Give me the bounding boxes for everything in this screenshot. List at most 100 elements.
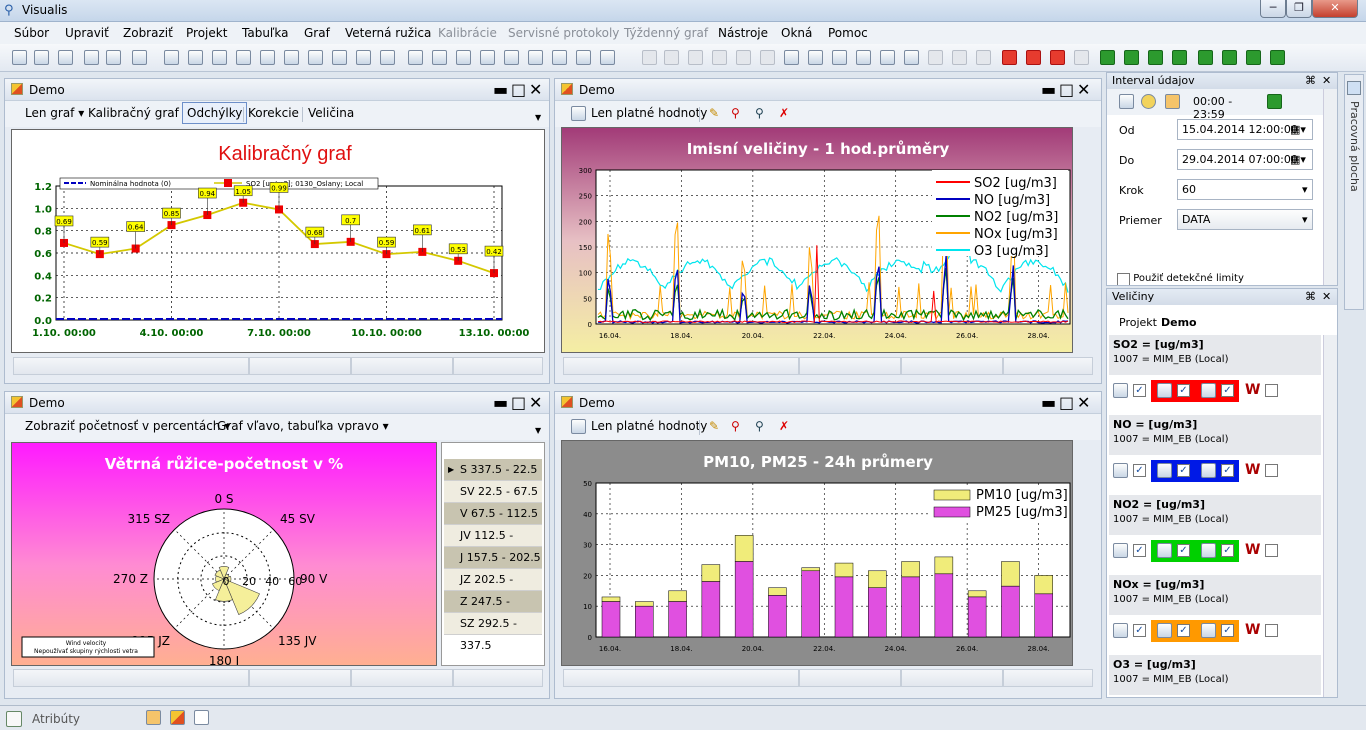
panel-scrollbar[interactable] (13, 357, 543, 375)
od-field[interactable]: 15.04.2014 12:00:00 ▦▾ (1177, 119, 1313, 140)
toolbar-button-icon[interactable] (1270, 50, 1285, 65)
toolbar-button-icon[interactable] (808, 50, 823, 65)
close-panel-icon[interactable]: ✕ (529, 393, 542, 413)
tab-kalibracny-graf[interactable]: Kalibračný graf ▾ (88, 106, 189, 120)
menu-graf[interactable]: Graf (304, 26, 330, 40)
table-checkbox[interactable]: ✓ (1133, 464, 1146, 477)
maximize-button[interactable]: ❐ (1286, 0, 1312, 18)
menu-okn-[interactable]: Okná (781, 26, 812, 40)
toolbar-button-icon[interactable] (106, 50, 121, 65)
weekly-checkbox[interactable] (1265, 384, 1278, 397)
toolbar-button-icon[interactable] (408, 50, 423, 65)
graph-checkbox[interactable]: ✓ (1177, 384, 1190, 397)
velicina-item[interactable]: SO2 = [ug/m3] 1007 = MIM_EB (Local) ✓ ✓ … (1109, 335, 1321, 415)
toolbar-button-icon[interactable] (236, 50, 251, 65)
maximize-panel-icon[interactable]: □ (1059, 393, 1074, 413)
toolbar-button-icon[interactable] (1026, 50, 1041, 65)
rose-checkbox[interactable]: ✓ (1221, 384, 1234, 397)
menu-upravi-[interactable]: Upraviť (65, 26, 109, 40)
toolbar-button-icon[interactable] (712, 50, 727, 65)
frequency-percent-menu[interactable]: Zobraziť početnosť v percentách ▾ (25, 419, 230, 433)
clear-icon[interactable]: ✗ (779, 106, 789, 120)
velicina-item[interactable]: NO = [ug/m3] 1007 = MIM_EB (Local) ✓ ✓ ✓… (1109, 415, 1321, 495)
detect-limits-checkbox[interactable] (1117, 273, 1130, 285)
menu-n-stroje[interactable]: Nástroje (718, 26, 768, 40)
clock-icon[interactable] (1141, 94, 1156, 109)
tab-korekcie[interactable]: Korekcie (248, 106, 299, 120)
toolbar-button-icon[interactable] (1246, 50, 1261, 65)
toolbar-button-icon[interactable] (164, 50, 179, 65)
table-icon[interactable] (1113, 463, 1128, 478)
table-icon[interactable] (1113, 543, 1128, 558)
toolbar-button-icon[interactable] (58, 50, 73, 65)
toolbar-button-icon[interactable] (600, 50, 615, 65)
weekly-icon[interactable]: W (1245, 382, 1260, 398)
attributes-icon[interactable] (6, 711, 22, 727)
toolbar-button-icon[interactable] (928, 50, 943, 65)
velicina-scrollbar[interactable] (1323, 335, 1337, 697)
toolbar-button-icon[interactable] (1172, 50, 1187, 65)
toolbar-button-icon[interactable] (504, 50, 519, 65)
maximize-panel-icon[interactable]: □ (511, 80, 526, 100)
panel-scrollbar[interactable] (13, 669, 543, 687)
pencil-icon[interactable]: ✎ (709, 419, 719, 433)
toolbar-button-icon[interactable] (480, 50, 495, 65)
toolbar-button-icon[interactable] (380, 50, 395, 65)
toolbar-button-icon[interactable] (904, 50, 919, 65)
close-panel-icon[interactable]: ✕ (1077, 393, 1090, 413)
toolbar-button-icon[interactable] (456, 50, 471, 65)
minimize-panel-icon[interactable]: ▬ (493, 393, 508, 413)
valid-values-icon[interactable] (571, 106, 586, 121)
graph-icon[interactable] (1157, 383, 1172, 398)
toolbar-button-icon[interactable] (1074, 50, 1089, 65)
windrose-row[interactable]: JZ 202.5 - 247.5 (444, 569, 542, 608)
minimize-panel-icon[interactable]: ▬ (493, 80, 508, 100)
attributes-label[interactable]: Atribúty (32, 712, 80, 726)
layout-menu[interactable]: Graf vľavo, tabuľka vpravo ▾ (217, 419, 389, 433)
close-panel-icon[interactable]: ✕ (1077, 80, 1090, 100)
weekly-icon[interactable]: W (1245, 542, 1260, 558)
maximize-panel-icon[interactable]: □ (511, 393, 526, 413)
table-checkbox[interactable]: ✓ (1133, 544, 1146, 557)
window-icon-2[interactable] (170, 710, 185, 725)
toolbar-button-icon[interactable] (1002, 50, 1017, 65)
windrose-row[interactable]: Z 247.5 - 292.5 (444, 591, 542, 630)
window-icon-3[interactable] (194, 710, 209, 725)
toolbar-button-icon[interactable] (736, 50, 751, 65)
toolbar-button-icon[interactable] (1124, 50, 1139, 65)
graph-checkbox[interactable]: ✓ (1177, 544, 1190, 557)
windrose-row[interactable]: V 67.5 - 112.5 (444, 503, 542, 525)
toolbar-button-icon[interactable] (576, 50, 591, 65)
clear-icon[interactable]: ✗ (779, 419, 789, 433)
maximize-panel-icon[interactable]: □ (1059, 80, 1074, 100)
close-button[interactable]: ✕ (1312, 0, 1358, 18)
menu-vetern-ru-ica[interactable]: Veterná ružica (345, 26, 431, 40)
graph-icon[interactable] (1157, 463, 1172, 478)
menu-t-denn-graf[interactable]: Týždenný graf (624, 26, 708, 40)
graph-icon[interactable] (1157, 543, 1172, 558)
toolbar-button-icon[interactable] (664, 50, 679, 65)
toolbar-button-icon[interactable] (856, 50, 871, 65)
toolbar-button-icon[interactable] (1100, 50, 1115, 65)
weekly-checkbox[interactable] (1265, 624, 1278, 637)
pencil-icon[interactable]: ✎ (709, 106, 719, 120)
day-icon[interactable] (1165, 94, 1180, 109)
velicina-item[interactable]: NO2 = [ug/m3] 1007 = MIM_EB (Local) ✓ ✓ … (1109, 495, 1321, 575)
windrose-row[interactable]: SV 22.5 - 67.5 (444, 481, 542, 503)
apply-icon[interactable] (1267, 94, 1282, 109)
overflow-icon[interactable]: ▼ (535, 426, 541, 435)
rose-checkbox[interactable]: ✓ (1221, 464, 1234, 477)
do-field[interactable]: 29.04.2014 07:00:00 ▦▾ (1177, 149, 1313, 170)
side-tab[interactable]: Pracovná plocha (1344, 74, 1364, 310)
menu-pomoc[interactable]: Pomoc (828, 26, 868, 40)
tab-len-graf[interactable]: Len graf ▾ (25, 106, 84, 120)
close-panel-icon[interactable]: ✕ (529, 80, 542, 100)
windrose-row[interactable]: SZ 292.5 - 337.5 (444, 613, 542, 652)
rose-icon[interactable] (1201, 463, 1216, 478)
minimize-button[interactable]: ─ (1260, 0, 1286, 18)
toolbar-button-icon[interactable] (308, 50, 323, 65)
toolbar-button-icon[interactable] (1222, 50, 1237, 65)
toolbar-button-icon[interactable] (284, 50, 299, 65)
toolbar-button-icon[interactable] (832, 50, 847, 65)
velicina-item[interactable]: NOx = [ug/m3] 1007 = MIM_EB (Local) ✓ ✓ … (1109, 575, 1321, 655)
